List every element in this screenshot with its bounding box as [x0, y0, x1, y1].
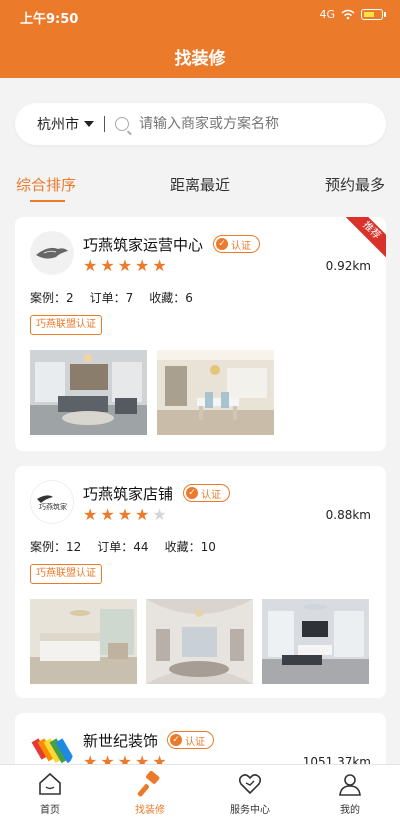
- shop-card[interactable]: 巧燕筑家 巧燕筑家店铺 ✓ 认证 ★ ★ ★ ★ ★ 0.88km 案例：12 订…: [15, 466, 386, 698]
- check-icon: ✓: [186, 487, 198, 499]
- app-header: 上午9:50 4G 找装修: [0, 0, 400, 78]
- shop-distance: 0.92km: [325, 259, 371, 273]
- case-count: 案例：2: [30, 291, 74, 305]
- case-photos: [30, 350, 274, 435]
- shop-name: 巧燕筑家店铺: [83, 485, 174, 503]
- page-title: 找装修: [174, 49, 226, 69]
- search-input[interactable]: [139, 116, 339, 132]
- check-icon: ✓: [170, 734, 182, 746]
- case-photo[interactable]: [262, 599, 369, 684]
- star-icon: ★: [135, 256, 150, 275]
- shop-stats: 案例：2 订单：7 收藏：6: [30, 289, 193, 306]
- wifi-icon: [341, 9, 355, 20]
- cert-badge: ✓ 认证: [167, 731, 214, 749]
- nav-label: 我的: [340, 805, 360, 816]
- tab-nearest[interactable]: 距离最近: [170, 174, 230, 195]
- star-icon: ★: [83, 256, 98, 275]
- shop-name: 新世纪装饰: [83, 732, 159, 750]
- cert-badge: ✓ 认证: [183, 484, 230, 502]
- city-selector[interactable]: 杭州市: [37, 114, 79, 134]
- star-icon: ★: [117, 256, 133, 275]
- case-photo[interactable]: [30, 350, 147, 435]
- tab-comprehensive[interactable]: 综合排序: [16, 174, 76, 195]
- order-count: 订单：44: [97, 540, 149, 554]
- divider: [104, 116, 105, 132]
- case-photos: [30, 599, 369, 684]
- shop-card[interactable]: 推荐 巧燕筑家运营中心 ✓ 认证 ★ ★ ★ ★ ★ 0.92km 案例：2 订单…: [15, 217, 386, 451]
- shop-name: 巧燕筑家运营中心: [83, 236, 204, 254]
- active-tab-indicator: [30, 200, 65, 202]
- shop-logo: [30, 231, 74, 275]
- logo-text: 巧燕筑家: [39, 502, 67, 511]
- nav-label: 找装修: [135, 805, 165, 816]
- order-count: 订单：7: [89, 291, 134, 305]
- bottom-nav: 首页 找装修 服务中心 我的: [0, 764, 400, 832]
- home-icon: [39, 772, 61, 795]
- nav-home[interactable]: 首页: [10, 771, 90, 816]
- case-photo[interactable]: [146, 599, 253, 684]
- favorite-count: 收藏：10: [164, 540, 216, 554]
- recommend-ribbon: 推荐: [340, 217, 386, 262]
- case-count: 案例：12: [30, 540, 82, 554]
- heart-service-icon: [238, 774, 262, 795]
- signal-icon: 4G: [319, 8, 335, 21]
- alliance-badge: 巧燕联盟认证: [30, 564, 102, 584]
- user-icon: [339, 774, 361, 796]
- rating-stars: ★ ★ ★ ★ ★: [83, 507, 167, 523]
- case-photo[interactable]: [157, 350, 274, 435]
- star-empty-icon: ★: [152, 505, 167, 524]
- tab-most-booked[interactable]: 预约最多: [325, 174, 385, 195]
- star-icon: ★: [117, 505, 133, 524]
- star-icon: ★: [83, 505, 98, 524]
- caret-down-icon[interactable]: [84, 121, 94, 127]
- rating-stars: ★ ★ ★ ★ ★: [83, 258, 167, 274]
- hammer-icon: [137, 771, 160, 797]
- star-icon: ★: [100, 256, 115, 275]
- shop-stats: 案例：12 订单：44 收藏：10: [30, 538, 216, 555]
- shop-logo: 巧燕筑家: [30, 480, 74, 524]
- battery-icon: [361, 9, 383, 20]
- search-bar: 杭州市: [15, 103, 386, 145]
- status-icons: 4G: [319, 8, 386, 21]
- favorite-count: 收藏：6: [149, 291, 193, 305]
- star-icon: ★: [100, 505, 115, 524]
- nav-label: 服务中心: [230, 805, 270, 816]
- nav-find-decoration[interactable]: 找装修: [110, 771, 190, 816]
- star-icon: ★: [152, 256, 167, 275]
- nav-mine[interactable]: 我的: [310, 771, 390, 816]
- cert-badge: ✓ 认证: [213, 235, 260, 253]
- check-icon: ✓: [216, 238, 228, 250]
- alliance-badge: 巧燕联盟认证: [30, 315, 102, 335]
- sort-tabs: 综合排序 距离最近 预约最多: [0, 174, 400, 204]
- nav-label: 首页: [40, 805, 60, 816]
- status-time: 上午9:50: [20, 12, 79, 27]
- shop-distance: 0.88km: [325, 508, 371, 522]
- search-icon: [115, 117, 129, 131]
- case-photo[interactable]: [30, 599, 137, 684]
- nav-service-center[interactable]: 服务中心: [210, 771, 290, 816]
- star-icon: ★: [135, 505, 150, 524]
